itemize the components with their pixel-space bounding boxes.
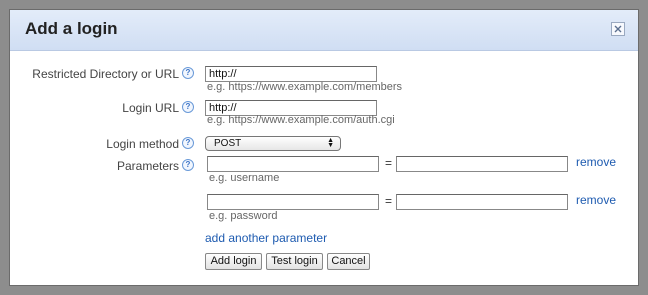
- parameter-name-input[interactable]: [207, 194, 379, 210]
- help-icon[interactable]: ?: [182, 159, 194, 171]
- equals-sign: =: [385, 156, 393, 170]
- equals-sign: =: [385, 194, 393, 208]
- restricted-url-label: Restricted Directory or URL?: [20, 67, 194, 81]
- add-parameter-link[interactable]: add another parameter: [205, 231, 327, 245]
- add-login-button[interactable]: Add login: [205, 253, 262, 270]
- help-icon[interactable]: ?: [182, 101, 194, 113]
- remove-parameter-link[interactable]: remove: [576, 155, 616, 169]
- parameter-name-hint: e.g. username: [209, 172, 280, 184]
- test-login-button[interactable]: Test login: [266, 253, 323, 270]
- login-method-select[interactable]: POST ▲ ▼: [205, 136, 341, 151]
- login-method-value: POST: [214, 138, 242, 149]
- select-arrows-icon: ▲ ▼: [327, 137, 334, 149]
- restricted-url-hint: e.g. https://www.example.com/members: [207, 81, 403, 93]
- parameter-value-input[interactable]: [396, 156, 568, 172]
- login-url-hint: e.g. https://www.example.com/auth.cgi: [207, 114, 395, 126]
- parameter-name-hint: e.g. password: [209, 210, 278, 222]
- close-icon: [614, 25, 622, 33]
- restricted-url-label-text: Restricted Directory or URL: [32, 67, 179, 81]
- login-url-label-text: Login URL: [122, 101, 179, 115]
- login-url-label: Login URL?: [20, 101, 194, 115]
- dialog-titlebar: Add a login: [10, 10, 638, 51]
- login-method-label-text: Login method: [106, 137, 179, 151]
- remove-parameter-link[interactable]: remove: [576, 193, 616, 207]
- dialog-title: Add a login: [25, 19, 118, 38]
- login-method-label: Login method?: [20, 137, 194, 151]
- help-icon[interactable]: ?: [182, 67, 194, 79]
- parameters-label: Parameters?: [20, 159, 194, 173]
- parameter-name-input[interactable]: [207, 156, 379, 172]
- cancel-button[interactable]: Cancel: [327, 253, 370, 270]
- parameter-value-input[interactable]: [396, 194, 568, 210]
- help-icon[interactable]: ?: [182, 137, 194, 149]
- add-login-dialog: Add a login Restricted Directory or URL?…: [9, 9, 639, 286]
- parameters-label-text: Parameters: [116, 159, 179, 173]
- close-button[interactable]: [611, 22, 625, 36]
- restricted-url-input[interactable]: [205, 66, 377, 82]
